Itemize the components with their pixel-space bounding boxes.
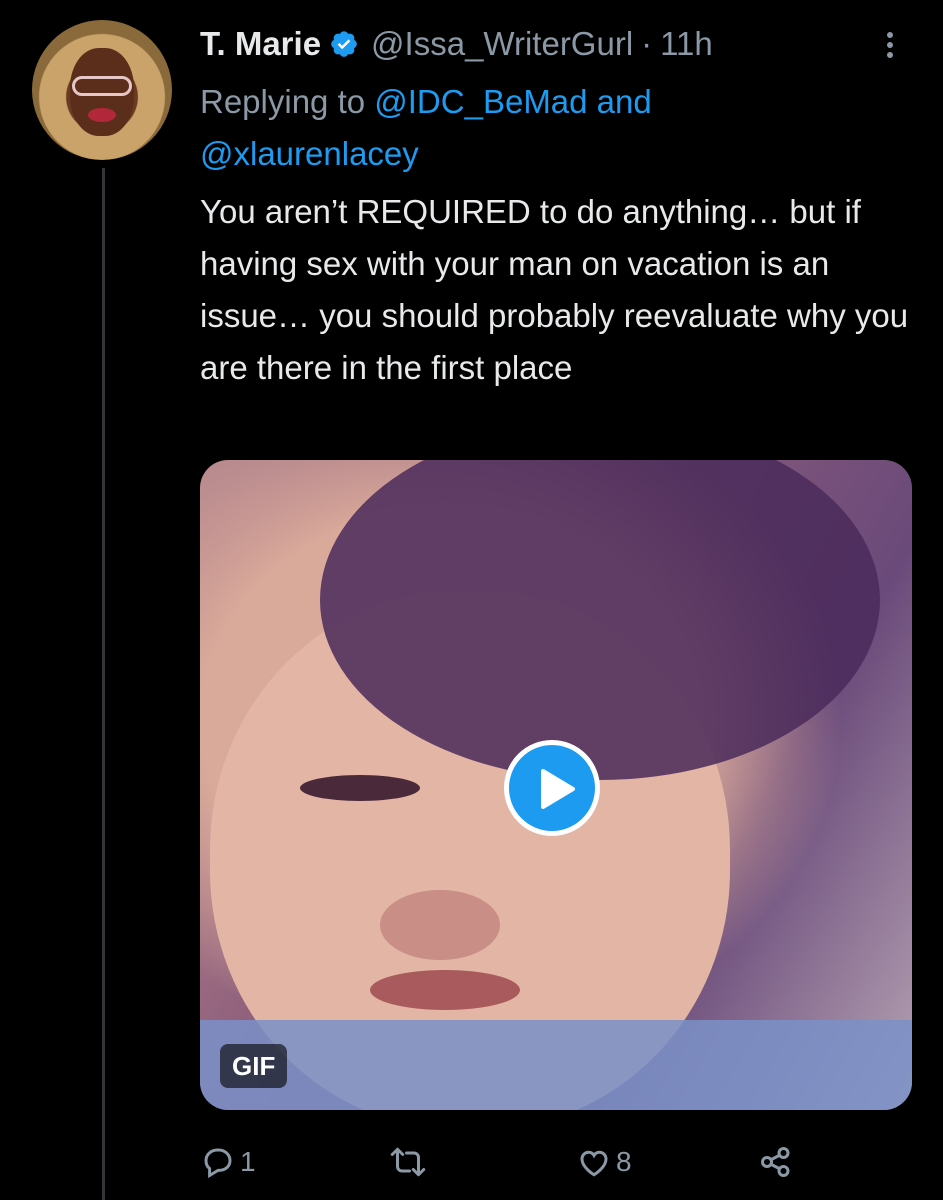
author-handle[interactable]: @Issa_WriterGurl (371, 25, 633, 63)
avatar-lips (88, 108, 116, 122)
reply-icon (204, 1148, 232, 1179)
tweet-text: You aren’t REQUIRED to do anything… but … (200, 193, 909, 386)
gif-image-shirt (200, 1020, 912, 1110)
more-options-icon[interactable] (880, 28, 900, 64)
avatar-glasses (72, 76, 132, 96)
like-button[interactable]: 8 (576, 1140, 632, 1184)
retweet-button[interactable] (390, 1140, 430, 1184)
retweet-icon (390, 1147, 426, 1177)
replying-to: Replying to @IDC_BeMad and @xlaurenlacey (200, 76, 900, 180)
mention-link[interactable]: @IDC_BeMad (374, 83, 587, 120)
share-icon (761, 1147, 790, 1177)
gif-image-eye (300, 775, 420, 801)
tweet-actions: 1 8 (200, 1140, 912, 1184)
tweet-timestamp[interactable]: 11h (660, 25, 713, 63)
share-button[interactable] (758, 1140, 794, 1184)
author-name[interactable]: T. Marie (200, 25, 321, 63)
tweet-header: T. Marie @Issa_WriterGurl · 11h (200, 24, 713, 64)
gif-badge: GIF (220, 1044, 288, 1088)
mention-link[interactable]: @xlaurenlacey (200, 135, 419, 172)
reply-count: 1 (240, 1146, 256, 1177)
replying-prefix: Replying to (200, 83, 375, 120)
gif-image-mouth (370, 970, 520, 1010)
gif-media[interactable]: GIF (200, 460, 912, 1110)
replying-connector: and (587, 83, 652, 120)
reply-button[interactable]: 1 (200, 1140, 256, 1184)
thread-connector-line (102, 168, 105, 1200)
separator-dot: · (641, 25, 653, 62)
like-count: 8 (616, 1146, 632, 1177)
play-icon[interactable] (504, 740, 600, 836)
gif-image-nose (380, 890, 500, 960)
play-triangle-icon (541, 769, 575, 809)
heart-icon (580, 1150, 608, 1177)
verified-badge-icon (331, 31, 357, 57)
avatar[interactable] (32, 20, 172, 160)
